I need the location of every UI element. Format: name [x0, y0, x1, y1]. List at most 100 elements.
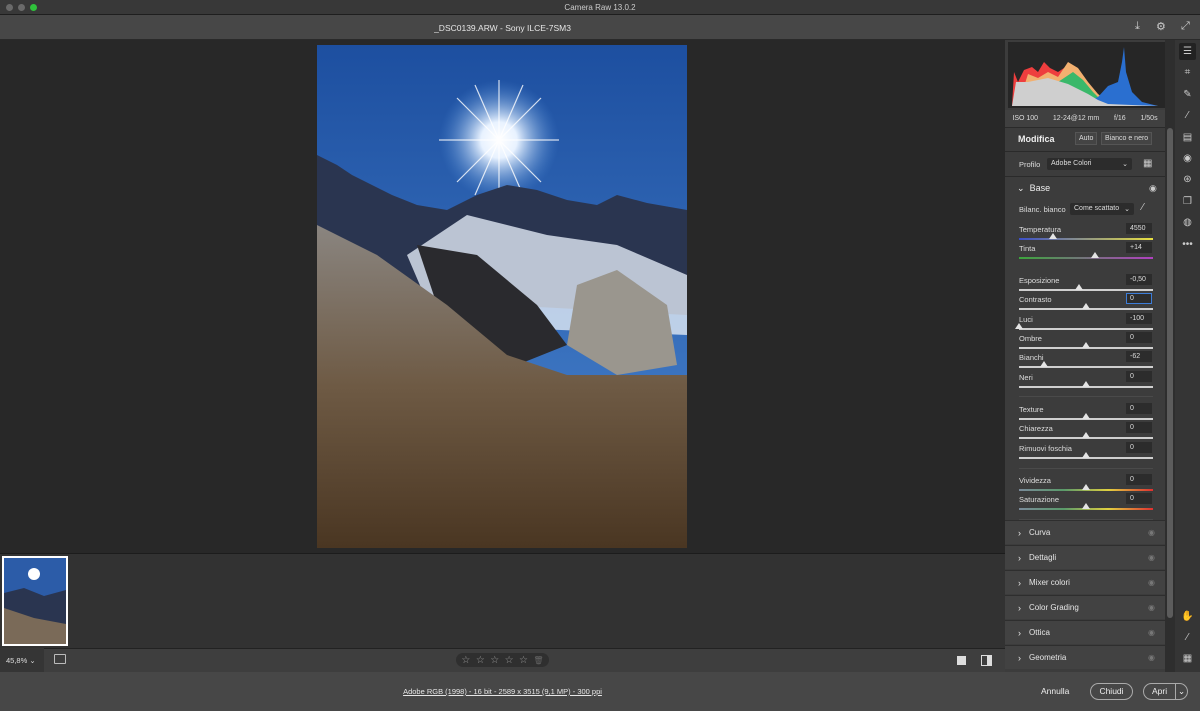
open-button[interactable]: Apri ⌄ — [1143, 683, 1188, 700]
section-geometria[interactable]: › Geometria ◉ — [1005, 645, 1165, 669]
title-bar: Camera Raw 13.0.2 — [0, 0, 1200, 15]
slider-track[interactable] — [1019, 503, 1153, 510]
slider-value-input[interactable]: 0 — [1126, 493, 1152, 504]
slider-thumb[interactable] — [1082, 484, 1090, 490]
eye-icon[interactable]: ◉ — [1148, 628, 1155, 637]
slider-thumb[interactable] — [1091, 252, 1100, 258]
presets-icon[interactable]: ◍ — [1179, 214, 1196, 231]
eye-icon[interactable]: ◉ — [1148, 553, 1155, 562]
slider-value-input[interactable]: 0 — [1126, 371, 1152, 382]
save-icon[interactable]: ⤓ — [1135, 20, 1140, 33]
slider-value-input[interactable]: -100 — [1126, 313, 1152, 324]
slider-track[interactable] — [1019, 452, 1153, 459]
section-label: Geometria — [1029, 653, 1067, 662]
base-section-header[interactable]: ⌄ Base — [1017, 183, 1050, 194]
section-curva[interactable]: › Curva ◉ — [1005, 520, 1165, 544]
eye-icon[interactable]: ◉ — [1148, 528, 1155, 537]
snapshots-icon[interactable]: ❐ — [1179, 193, 1196, 210]
gradient-icon[interactable]: ▤ — [1179, 129, 1196, 146]
scrollbar-thumb[interactable] — [1167, 128, 1173, 618]
close-button[interactable]: Chiudi — [1090, 683, 1133, 700]
slider-value-input[interactable]: 0 — [1126, 422, 1152, 433]
slider-label: Vividezza — [1019, 476, 1051, 485]
slider-thumb[interactable] — [1040, 361, 1049, 367]
slider-track[interactable] — [1019, 303, 1153, 310]
section-mixer-colori[interactable]: › Mixer colori ◉ — [1005, 570, 1165, 594]
slider-track[interactable] — [1019, 284, 1153, 291]
gear-icon[interactable]: ⚙ — [1156, 20, 1166, 33]
slider-value-input[interactable]: 0 — [1126, 332, 1152, 343]
section-color-grading[interactable]: › Color Grading ◉ — [1005, 595, 1165, 619]
red-eye-icon[interactable]: ⊛ — [1179, 171, 1196, 188]
slider-track[interactable] — [1019, 381, 1153, 388]
slider-label: Rimuovi foschia — [1019, 444, 1072, 453]
slider-track[interactable] — [1019, 432, 1153, 439]
cancel-button[interactable]: Annulla — [1041, 686, 1069, 696]
slider-track[interactable] — [1019, 252, 1153, 259]
slider-value-input[interactable]: +14 — [1126, 242, 1152, 253]
view-mode-icon[interactable] — [957, 656, 966, 665]
brush-icon[interactable]: ⁄ — [1179, 107, 1196, 124]
filmstrip-toggle-icon[interactable] — [54, 654, 66, 664]
slider-thumb[interactable] — [1082, 303, 1090, 309]
slider-value-input[interactable]: -0,50 — [1126, 274, 1152, 285]
zoom-level-dropdown[interactable]: 45,8% ⌄ — [0, 648, 44, 672]
eye-icon[interactable]: ◉ — [1148, 603, 1155, 612]
healing-icon[interactable]: ✎ — [1179, 86, 1196, 103]
slider-track[interactable] — [1019, 361, 1153, 368]
crop-icon[interactable]: ⌗ — [1179, 64, 1196, 81]
slider-value-input[interactable]: 0 — [1126, 442, 1152, 453]
slider-track[interactable] — [1019, 342, 1153, 349]
star-rating-icon[interactable]: ☆ — [476, 655, 485, 666]
slider-thumb[interactable] — [1082, 381, 1090, 387]
filmstrip-thumbnail[interactable] — [2, 556, 68, 646]
profile-dropdown[interactable]: Adobe Colori ⌄ — [1047, 158, 1132, 170]
profile-browser-icon[interactable]: ▦ — [1143, 158, 1152, 169]
slider-thumb[interactable] — [1082, 452, 1090, 458]
star-rating-icon[interactable]: ☆ — [490, 655, 499, 666]
slider-track[interactable] — [1019, 413, 1153, 420]
hand-icon[interactable]: ✋ — [1179, 608, 1196, 625]
eye-icon[interactable]: ◉ — [1149, 183, 1157, 194]
workflow-options-link[interactable]: Adobe RGB (1998) - 16 bit - 2589 x 3515 … — [0, 687, 1005, 696]
slider-thumb[interactable] — [1082, 413, 1090, 419]
edit-title: Modifica — [1018, 134, 1055, 144]
slider-thumb[interactable] — [1082, 503, 1090, 509]
radial-filter-icon[interactable]: ◉ — [1179, 150, 1196, 167]
slider-track[interactable] — [1019, 233, 1153, 240]
star-rating-icon[interactable]: ☆ — [461, 655, 470, 666]
star-rating-icon[interactable]: ☆ — [519, 655, 528, 666]
slider-thumb[interactable] — [1082, 432, 1090, 438]
section-ottica[interactable]: › Ottica ◉ — [1005, 620, 1165, 644]
photo-preview[interactable] — [317, 45, 687, 548]
fullscreen-icon[interactable]: ⤢ — [1181, 20, 1190, 33]
slider-track[interactable] — [1015, 323, 1153, 330]
slider-value-input[interactable]: 0 — [1126, 403, 1152, 414]
sliders-icon[interactable]: ☰ — [1179, 43, 1196, 60]
open-options-chevron-icon[interactable]: ⌄ — [1175, 684, 1187, 699]
more-icon[interactable]: ••• — [1179, 236, 1196, 253]
star-rating-icon[interactable]: ☆ — [505, 655, 514, 666]
slider-thumb[interactable] — [1082, 342, 1090, 348]
grid-icon[interactable]: ▦ — [1179, 650, 1196, 667]
slider-label: Neri — [1019, 373, 1033, 382]
eyedropper-icon[interactable]: ⁄ — [1142, 202, 1144, 213]
slider-thumb[interactable] — [1075, 284, 1084, 290]
slider-value-input[interactable]: -62 — [1126, 351, 1152, 362]
section-dettagli[interactable]: › Dettagli ◉ — [1005, 545, 1165, 569]
slider-thumb[interactable] — [1015, 323, 1023, 329]
exif-info: ISO 100 12-24@12 mm f/16 1/50s — [1005, 110, 1165, 127]
slider-track[interactable] — [1019, 484, 1153, 491]
eye-icon[interactable]: ◉ — [1148, 578, 1155, 587]
eye-icon[interactable]: ◉ — [1148, 653, 1155, 662]
before-after-icon[interactable] — [981, 655, 992, 666]
slider-thumb[interactable] — [1048, 233, 1057, 239]
slider-value-input[interactable]: 0 — [1126, 474, 1152, 485]
trash-icon[interactable]: 🗑 — [533, 656, 543, 665]
slider-value-input[interactable]: 0 — [1126, 293, 1152, 304]
auto-button[interactable]: Auto — [1075, 132, 1098, 145]
slider-value-input[interactable]: 4550 — [1126, 223, 1152, 234]
white-balance-dropdown[interactable]: Come scattato ⌄ — [1070, 203, 1134, 215]
color-sampler-icon[interactable]: ⁄ — [1179, 629, 1196, 646]
black-white-button[interactable]: Bianco e nero — [1101, 132, 1153, 145]
